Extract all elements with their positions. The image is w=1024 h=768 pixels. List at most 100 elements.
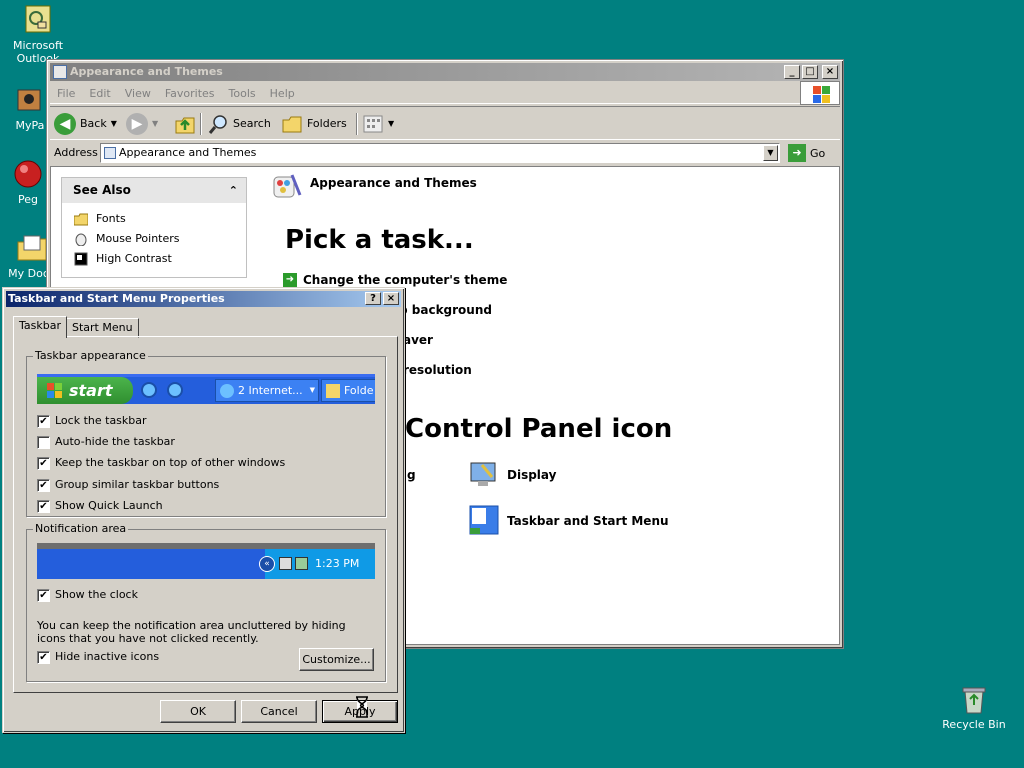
notification-preview: « 1:23 PM xyxy=(37,543,375,579)
see-also-header[interactable]: See Also ⌃ xyxy=(62,178,246,203)
menu-tools[interactable]: Tools xyxy=(222,84,263,104)
system-tray-preview: « 1:23 PM xyxy=(259,549,375,579)
back-button[interactable]: ◀ Back ▼ xyxy=(54,111,117,137)
views-dropdown-icon: ▼ xyxy=(388,119,395,128)
folder-icon xyxy=(326,384,340,398)
my-documents-icon xyxy=(16,232,48,264)
maximize-button[interactable]: □ xyxy=(802,65,818,79)
checkbox[interactable]: ✔ xyxy=(37,589,50,602)
menu-view[interactable]: View xyxy=(118,84,158,104)
folders-label: Folders xyxy=(307,117,347,130)
folders-icon xyxy=(282,116,302,133)
checkbox[interactable] xyxy=(37,436,50,449)
checkbox[interactable]: ✔ xyxy=(37,651,50,664)
collapse-chevron-icon[interactable]: ⌃ xyxy=(229,178,238,203)
menubar: File Edit View Favorites Tools Help xyxy=(50,84,840,104)
help-button[interactable]: ? xyxy=(365,292,381,305)
back-arrow-icon: ◀ xyxy=(54,113,76,135)
explorer-titlebar[interactable]: Appearance and Themes _ □ × xyxy=(50,63,840,81)
minimize-button[interactable]: _ xyxy=(784,65,800,79)
address-dropdown-button[interactable]: ▼ xyxy=(763,145,778,161)
dialog-close-button[interactable]: × xyxy=(383,292,399,305)
taskbar-properties-dialog: Taskbar and Start Menu Properties ? × Ta… xyxy=(2,287,405,733)
ok-button[interactable]: OK xyxy=(160,700,236,723)
taskbar-preview-folder: Folde xyxy=(321,379,375,402)
pegasus-icon xyxy=(12,158,44,190)
task-screen-resolution[interactable]: resolution xyxy=(403,363,472,377)
go-label: Go xyxy=(810,146,826,160)
taskbar-start-menu-icon xyxy=(469,505,499,535)
option-label: Auto-hide the taskbar xyxy=(55,435,175,448)
menu-file[interactable]: File xyxy=(50,84,82,104)
go-button[interactable]: ➜ Go xyxy=(788,144,825,162)
appearance-themes-icon xyxy=(273,174,302,198)
task-desktop-background[interactable]: p background xyxy=(399,303,492,317)
option-quick-launch[interactable]: ✔ Show Quick Launch xyxy=(37,498,163,514)
go-arrow-icon: ➜ xyxy=(788,144,806,162)
address-input[interactable]: Appearance and Themes ▼ xyxy=(100,143,780,163)
cp-item-display[interactable]: Display xyxy=(507,468,556,482)
customize-button[interactable]: Customize... xyxy=(299,648,374,671)
cp-item-partial[interactable]: g xyxy=(407,468,416,482)
option-hide-inactive-icons[interactable]: ✔ Hide inactive icons xyxy=(37,649,159,665)
task-label: Change the computer's theme xyxy=(303,273,508,287)
outlook-icon xyxy=(22,4,54,36)
option-auto-hide[interactable]: Auto-hide the taskbar xyxy=(37,434,175,450)
close-button[interactable]: × xyxy=(822,65,838,79)
see-also-label: Fonts xyxy=(96,212,126,225)
pick-control-panel-icon-heading: Control Panel icon xyxy=(405,414,673,444)
cancel-button[interactable]: Cancel xyxy=(241,700,317,723)
dialog-titlebar[interactable]: Taskbar and Start Menu Properties ? × xyxy=(6,291,401,307)
option-label: Show Quick Launch xyxy=(55,499,163,512)
tab-taskbar[interactable]: Taskbar xyxy=(13,316,67,338)
desktop-icon-label: Recycle Bin xyxy=(942,718,1006,731)
group-label: Taskbar appearance xyxy=(33,349,148,362)
control-panel-icon xyxy=(53,65,67,79)
checkbox[interactable]: ✔ xyxy=(37,479,50,492)
search-icon xyxy=(208,115,227,134)
checkbox[interactable]: ✔ xyxy=(37,457,50,470)
option-show-clock[interactable]: ✔ Show the clock xyxy=(37,587,138,603)
cp-item-taskbar-start-menu[interactable]: Taskbar and Start Menu xyxy=(507,514,669,528)
back-dropdown-icon[interactable]: ▼ xyxy=(111,111,117,137)
menu-favorites[interactable]: Favorites xyxy=(158,84,222,104)
views-button[interactable]: ▼ xyxy=(362,111,394,137)
option-lock-taskbar[interactable]: ✔ Lock the taskbar xyxy=(37,413,147,429)
option-label: Hide inactive icons xyxy=(55,650,160,663)
option-group-buttons[interactable]: ✔ Group similar taskbar buttons xyxy=(37,477,219,493)
option-label: Lock the taskbar xyxy=(55,414,147,427)
task-screensaver[interactable]: aver xyxy=(403,333,433,347)
taskbar-preview-internet: 2 Internet... ▼ xyxy=(215,379,319,402)
notification-area-group: Notification area « 1:23 PM ✔ Show the c… xyxy=(26,522,386,682)
checkbox[interactable]: ✔ xyxy=(37,500,50,513)
see-also-high-contrast[interactable]: High Contrast xyxy=(62,249,246,269)
page-title: Appearance and Themes xyxy=(310,176,477,190)
checkbox[interactable]: ✔ xyxy=(37,415,50,428)
notification-help-text: You can keep the notification area unclu… xyxy=(37,619,346,645)
forward-dropdown-icon[interactable]: ▼ xyxy=(152,111,158,137)
search-button[interactable]: Search xyxy=(207,111,271,137)
taskbar-preview-label: Folde xyxy=(344,384,374,397)
desktop-icon-recycle-bin[interactable]: Recycle Bin xyxy=(936,683,1012,731)
task-arrow-icon: ➜ xyxy=(283,273,297,287)
option-keep-on-top[interactable]: ✔ Keep the taskbar on top of other windo… xyxy=(37,455,285,471)
views-icon xyxy=(363,115,383,133)
see-also-label: High Contrast xyxy=(96,252,172,265)
hourglass-cursor-icon xyxy=(356,696,368,718)
see-also-label: Mouse Pointers xyxy=(96,232,180,245)
explorer-title: Appearance and Themes xyxy=(70,65,223,78)
tab-start-menu[interactable]: Start Menu xyxy=(66,318,139,338)
windows-flag-icon xyxy=(47,383,62,398)
forward-arrow-icon: ▶ xyxy=(126,113,148,135)
mypictures-icon xyxy=(14,84,46,116)
task-change-theme[interactable]: ➜ Change the computer's theme xyxy=(283,273,507,287)
folders-button[interactable]: Folders xyxy=(281,111,347,137)
address-label: Address xyxy=(54,146,98,159)
see-also-fonts[interactable]: Fonts xyxy=(62,209,246,229)
menu-help[interactable]: Help xyxy=(263,84,302,104)
forward-button[interactable]: ▶ ▼ xyxy=(126,111,158,137)
up-button[interactable] xyxy=(174,111,196,137)
menu-edit[interactable]: Edit xyxy=(82,84,117,104)
see-also-mouse-pointers[interactable]: Mouse Pointers xyxy=(62,229,246,249)
desktop-icon-outlook[interactable]: Microsoft Outlook xyxy=(0,4,76,65)
